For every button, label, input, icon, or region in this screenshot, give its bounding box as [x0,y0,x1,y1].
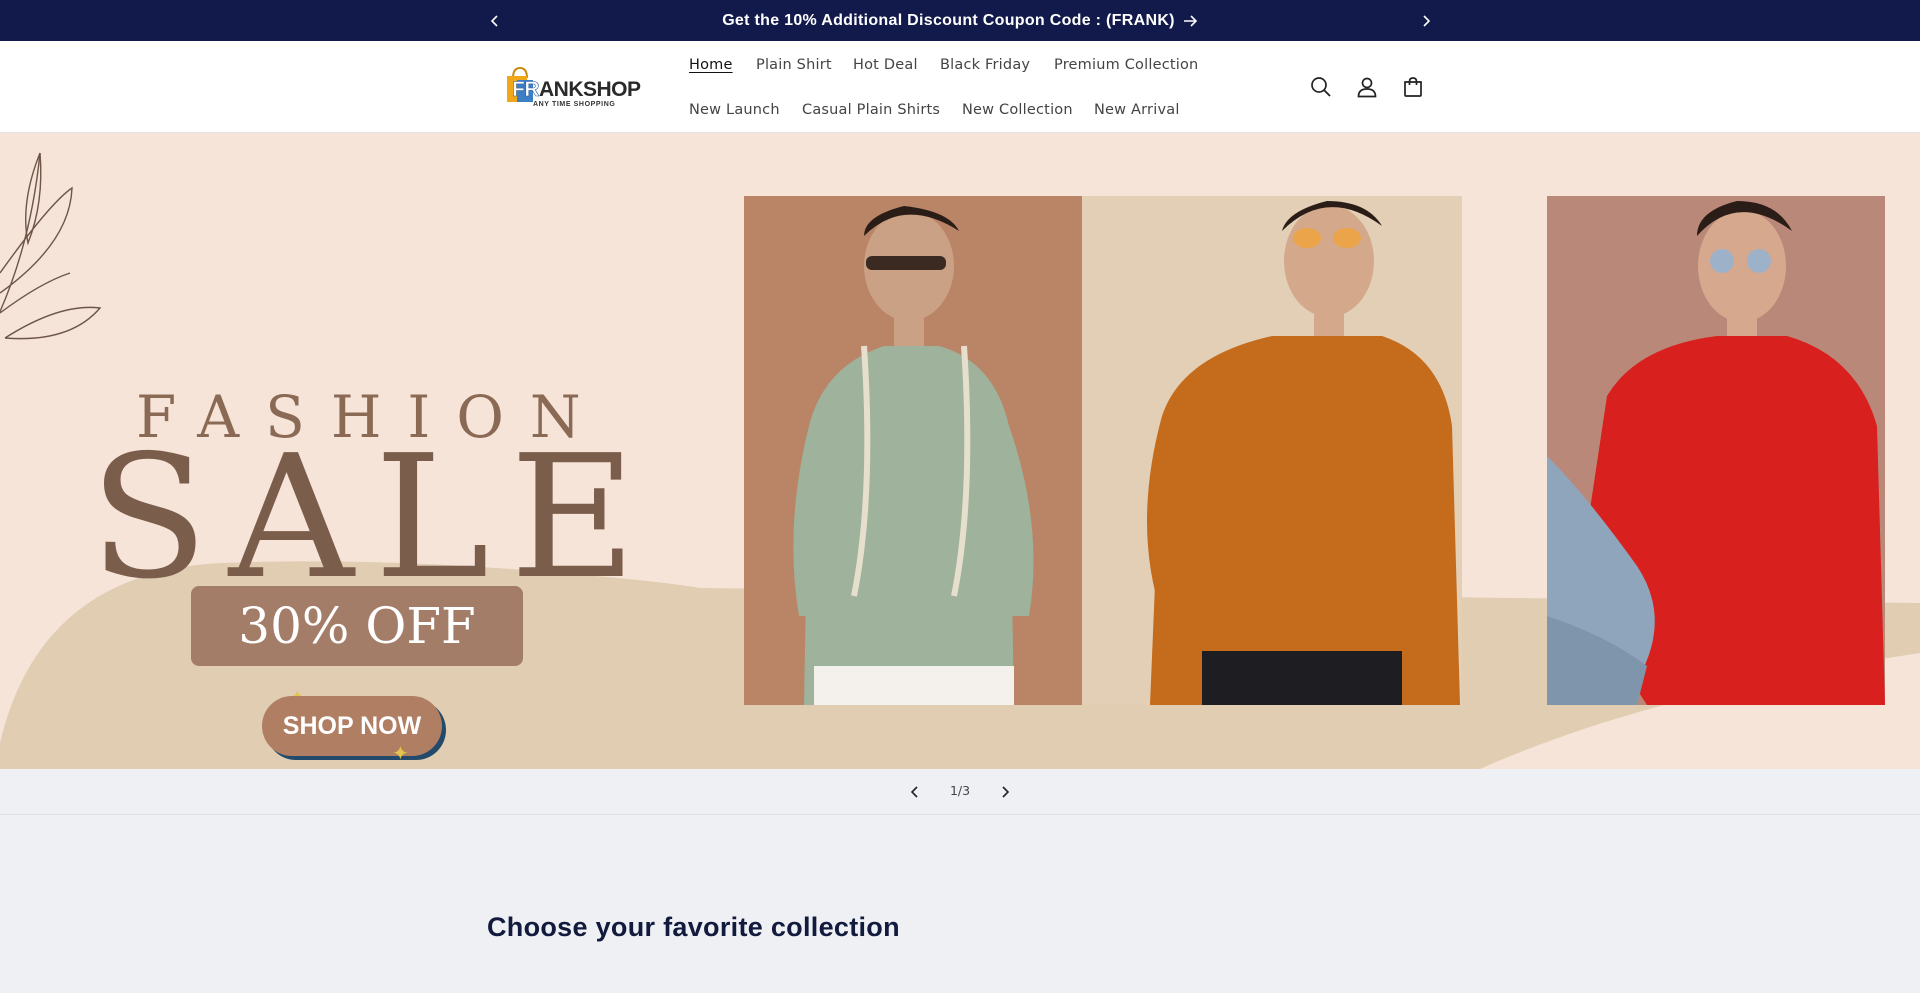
chevron-right-icon [1002,786,1010,798]
arrow-right-icon [1183,14,1197,27]
nav-hot-deal[interactable]: Hot Deal [853,57,918,73]
search-icon [1311,77,1331,97]
brand-tagline: ANY TIME SHOPPING [533,101,616,108]
product-photo-red-shirt [1547,196,1885,705]
leaf-decoration [0,152,102,340]
chevron-left-icon [910,786,918,798]
cart-icon [1404,77,1422,97]
hero-banner[interactable]: FASHION SALE 30% OFF ✦ SHOP NOW ✦ [0,133,1920,769]
slideshow-controls: 1/3 [0,769,1920,815]
nav-premium-collection[interactable]: Premium Collection [1054,57,1198,73]
shop-now-button[interactable]: SHOP NOW [262,696,442,756]
announcement-bar: Get the 10% Additional Discount Coupon C… [0,0,1920,41]
sparkle-icon: ✦ [392,741,409,765]
nav-new-launch[interactable]: New Launch [689,102,780,118]
nav-new-collection[interactable]: New Collection [962,102,1073,118]
search-button[interactable] [1308,74,1334,100]
discount-badge: 30% OFF [191,586,523,666]
cart-button[interactable] [1400,74,1426,100]
brand-wordmark-rest: ANKSHOP [539,78,641,101]
brand-logo[interactable]: FRANKSHOP ANY TIME SHOPPING [502,61,641,115]
product-photo-green-shirt [744,196,1082,705]
announcement-text[interactable]: Get the 10% Additional Discount Coupon C… [722,12,1175,30]
nav-new-arrival[interactable]: New Arrival [1094,102,1180,118]
nav-plain-shirt[interactable]: Plain Shirt [756,57,832,73]
slide-counter: 1/3 [949,783,971,798]
slide-prev-button[interactable] [903,780,927,804]
hero-headline-main: SALE [89,419,657,617]
announcement-message[interactable]: Get the 10% Additional Discount Coupon C… [0,0,1920,41]
account-button[interactable] [1354,74,1380,100]
brand-wordmark: FRANKSHOP [512,78,641,102]
account-icon [1357,77,1377,98]
nav-black-friday[interactable]: Black Friday [940,57,1030,73]
nav-casual-plain-shirts[interactable]: Casual Plain Shirts [802,102,940,118]
slide-next-button[interactable] [993,780,1017,804]
nav-home[interactable]: Home [689,57,733,73]
chevron-right-icon [1423,14,1431,27]
product-photo-orange-shirt [1082,196,1462,705]
announcement-next-button[interactable] [1411,0,1441,41]
collections-heading: Choose your favorite collection [487,912,900,942]
site-header: FRANKSHOP ANY TIME SHOPPING Home Plain S… [0,41,1920,133]
brand-wordmark-first: FR [512,78,540,102]
